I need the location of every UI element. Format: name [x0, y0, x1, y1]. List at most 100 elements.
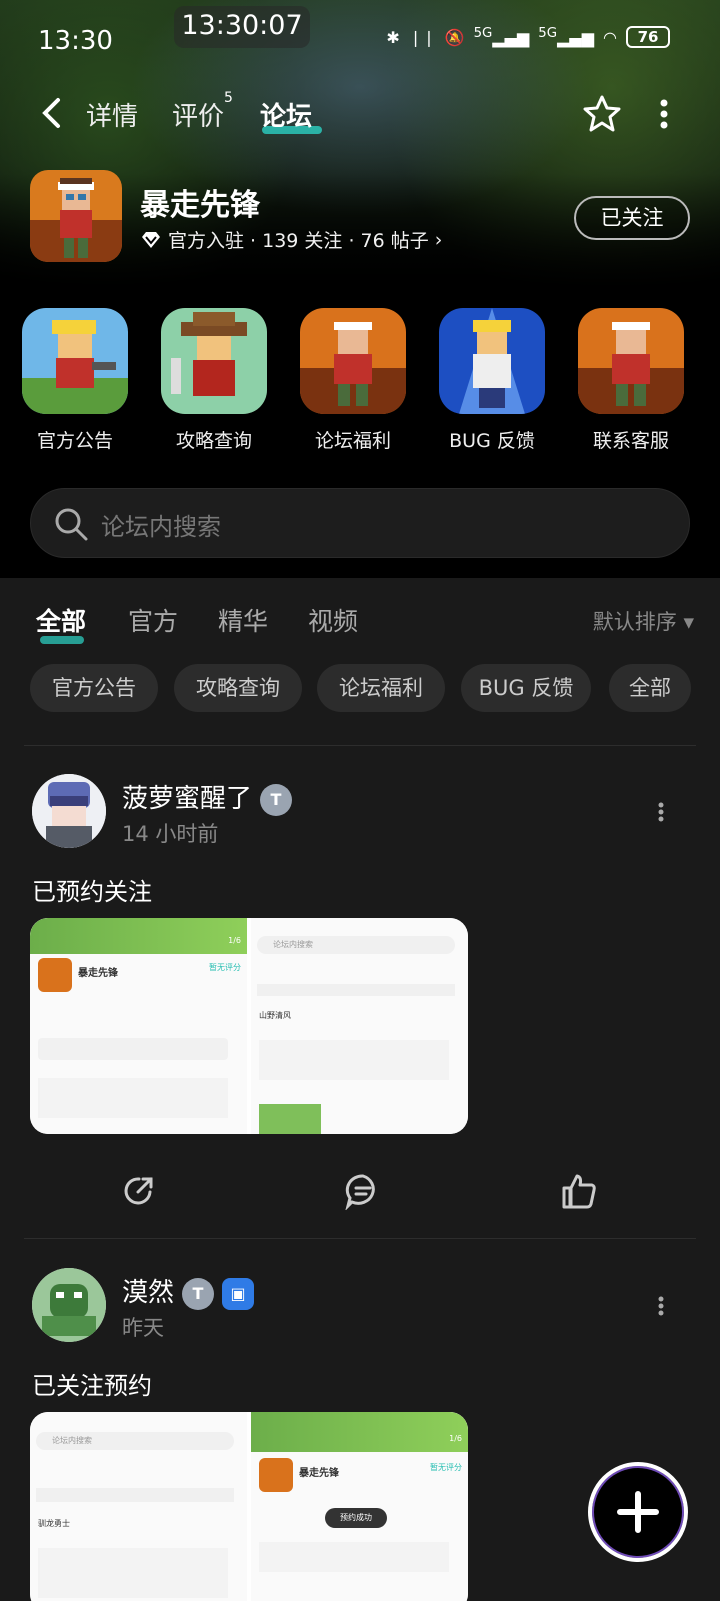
caret-down-icon: ▾ — [683, 610, 694, 634]
follow-button[interactable]: 已关注 — [574, 196, 690, 240]
search-placeholder: 论坛内搜索 — [101, 513, 221, 541]
image-game-icon — [38, 958, 72, 992]
post-images[interactable]: 论坛内搜索 驯龙勇士 1/6 暴走先锋 暂无评分 预约成功 — [30, 1412, 468, 1601]
image-banner — [251, 1412, 468, 1452]
game-meta-text: 官方入驻 · 139 关注 · 76 帖子 — [168, 230, 429, 252]
chip-bug-report[interactable]: BUG 反馈 — [461, 664, 591, 712]
image-block — [259, 1542, 449, 1572]
mute-icon: 🔕 — [444, 27, 465, 47]
shortcut-announcements[interactable]: 官方公告 — [20, 308, 130, 453]
chip-guides[interactable]: 攻略查询 — [174, 664, 302, 712]
shortcut-guides[interactable]: 攻略查询 — [159, 308, 269, 453]
bug-report-icon — [439, 308, 545, 414]
filter-tab-indicator — [40, 636, 84, 644]
image-title: 暴走先锋 — [299, 1468, 339, 1479]
earbuds-icon: ❘❘ — [408, 27, 436, 47]
author-name: 菠萝蜜醒了 — [122, 784, 253, 814]
chevron-right-icon: › — [434, 228, 443, 251]
image-title: 暴走先锋 — [78, 968, 118, 979]
battery-icon: 76 — [626, 26, 670, 48]
shortcut-label: 论坛福利 — [314, 430, 391, 452]
filter-tab-official[interactable]: 官方 — [128, 602, 178, 638]
tab-reviews[interactable]: 评价 — [172, 96, 224, 133]
image-search: 论坛内搜索 — [36, 1432, 234, 1450]
forum-shortcuts: 官方公告 攻略查询 论坛福利 BUG 反馈 联系客服 — [0, 308, 720, 458]
post-images[interactable]: 1/6 暴走先锋 暂无评分 论坛内搜索 山野清风 — [30, 918, 468, 1134]
benefits-icon — [300, 308, 406, 414]
status-icons: ✱ ❘❘ 🔕 5G▂▄▆ 5G▂▄▆ ◠ 76 — [386, 26, 670, 48]
post-author[interactable]: 漠然 T ▣ — [122, 1272, 255, 1310]
bluetooth-icon: ✱ — [386, 27, 400, 47]
back-icon[interactable] — [36, 96, 70, 130]
chip-all[interactable]: 全部 — [609, 664, 691, 712]
plus-icon — [617, 1491, 659, 1533]
like-icon[interactable] — [560, 1172, 598, 1210]
tab-details[interactable]: 详情 — [86, 96, 138, 133]
image-toast: 预约成功 — [325, 1508, 387, 1528]
image-game-icon — [259, 1458, 293, 1492]
filter-tab-featured[interactable]: 精华 — [218, 602, 268, 638]
status-time: 13:30 — [38, 26, 113, 56]
top-nav: 详情 评价 5 论坛 — [0, 90, 720, 140]
post-time: 昨天 — [122, 1316, 164, 1340]
shortcut-support[interactable]: 联系客服 — [576, 308, 686, 453]
share-icon[interactable] — [120, 1172, 158, 1210]
new-post-button[interactable] — [588, 1462, 688, 1562]
post-image-2[interactable]: 论坛内搜索 山野清风 — [251, 918, 468, 1134]
image-block — [38, 1038, 228, 1060]
shortcut-bug-report[interactable]: BUG 反馈 — [437, 308, 547, 453]
status-clock: 13:30:07 — [174, 6, 310, 48]
divider — [24, 745, 696, 746]
image-user: 山野清风 — [259, 1011, 291, 1020]
image-search: 论坛内搜索 — [257, 936, 455, 954]
image-page: 1/6 — [228, 936, 241, 945]
image-user: 驯龙勇士 — [38, 1519, 70, 1528]
image-block — [38, 1548, 228, 1598]
avatar[interactable] — [32, 774, 106, 848]
shortcut-label: 官方公告 — [36, 430, 113, 452]
forum-search-input[interactable]: 论坛内搜索 — [30, 488, 690, 558]
filter-tab-all[interactable]: 全部 — [36, 602, 86, 638]
author-name: 漠然 — [122, 1278, 175, 1308]
post-image-2[interactable]: 1/6 暴走先锋 暂无评分 预约成功 — [251, 1412, 468, 1601]
post-actions — [0, 1172, 720, 1216]
shortcut-label: 攻略查询 — [175, 430, 252, 452]
verified-icon — [142, 231, 160, 248]
image-rating: 暂无评分 — [430, 1463, 462, 1472]
image-block — [36, 1488, 234, 1502]
star-icon[interactable] — [582, 94, 622, 134]
chip-benefits[interactable]: 论坛福利 — [317, 664, 445, 712]
image-block — [38, 1078, 228, 1118]
post-card[interactable]: 菠萝蜜醒了 T 14 小时前 已预约关注 1/6 暴走先锋 暂无评分 论坛内搜索 … — [0, 774, 720, 1210]
comment-icon[interactable] — [344, 1172, 382, 1210]
tab-forum[interactable]: 论坛 — [260, 96, 312, 133]
more-icon[interactable] — [658, 98, 670, 130]
game-icon — [30, 170, 122, 262]
filter-tab-video[interactable]: 视频 — [308, 602, 358, 638]
chip-announcements[interactable]: 官方公告 — [30, 664, 158, 712]
shortcut-label: BUG 反馈 — [449, 430, 535, 452]
game-meta[interactable]: 官方入驻 · 139 关注 · 76 帖子 › — [140, 226, 442, 253]
shortcut-label: 联系客服 — [592, 430, 669, 452]
signal-2: 5G▂▄▆ — [538, 26, 595, 48]
shortcut-benefits[interactable]: 论坛福利 — [298, 308, 408, 453]
image-page: 1/6 — [449, 1434, 462, 1443]
reviews-count: 5 — [224, 90, 233, 106]
forum-content: 全部 官方 精华 视频 默认排序 ▾ 官方公告 攻略查询 论坛福利 BUG 反馈… — [0, 578, 720, 1601]
post-time: 14 小时前 — [122, 822, 219, 846]
post-more-icon[interactable] — [658, 802, 664, 822]
image-block — [257, 984, 455, 996]
image-banner — [30, 918, 247, 954]
avatar[interactable] — [32, 1268, 106, 1342]
post-author[interactable]: 菠萝蜜醒了 T — [122, 778, 293, 816]
post-image-1[interactable]: 1/6 暴走先锋 暂无评分 — [30, 918, 247, 1134]
post-text: 已关注预约 — [32, 1372, 152, 1400]
announcements-icon — [22, 308, 128, 414]
sort-dropdown[interactable]: 默认排序 ▾ — [593, 606, 694, 636]
guides-icon — [161, 308, 267, 414]
level-badge-icon: T — [182, 1277, 215, 1310]
divider — [24, 1238, 696, 1239]
post-image-1[interactable]: 论坛内搜索 驯龙勇士 — [30, 1412, 247, 1601]
search-icon — [55, 508, 88, 541]
post-more-icon[interactable] — [658, 1296, 664, 1316]
